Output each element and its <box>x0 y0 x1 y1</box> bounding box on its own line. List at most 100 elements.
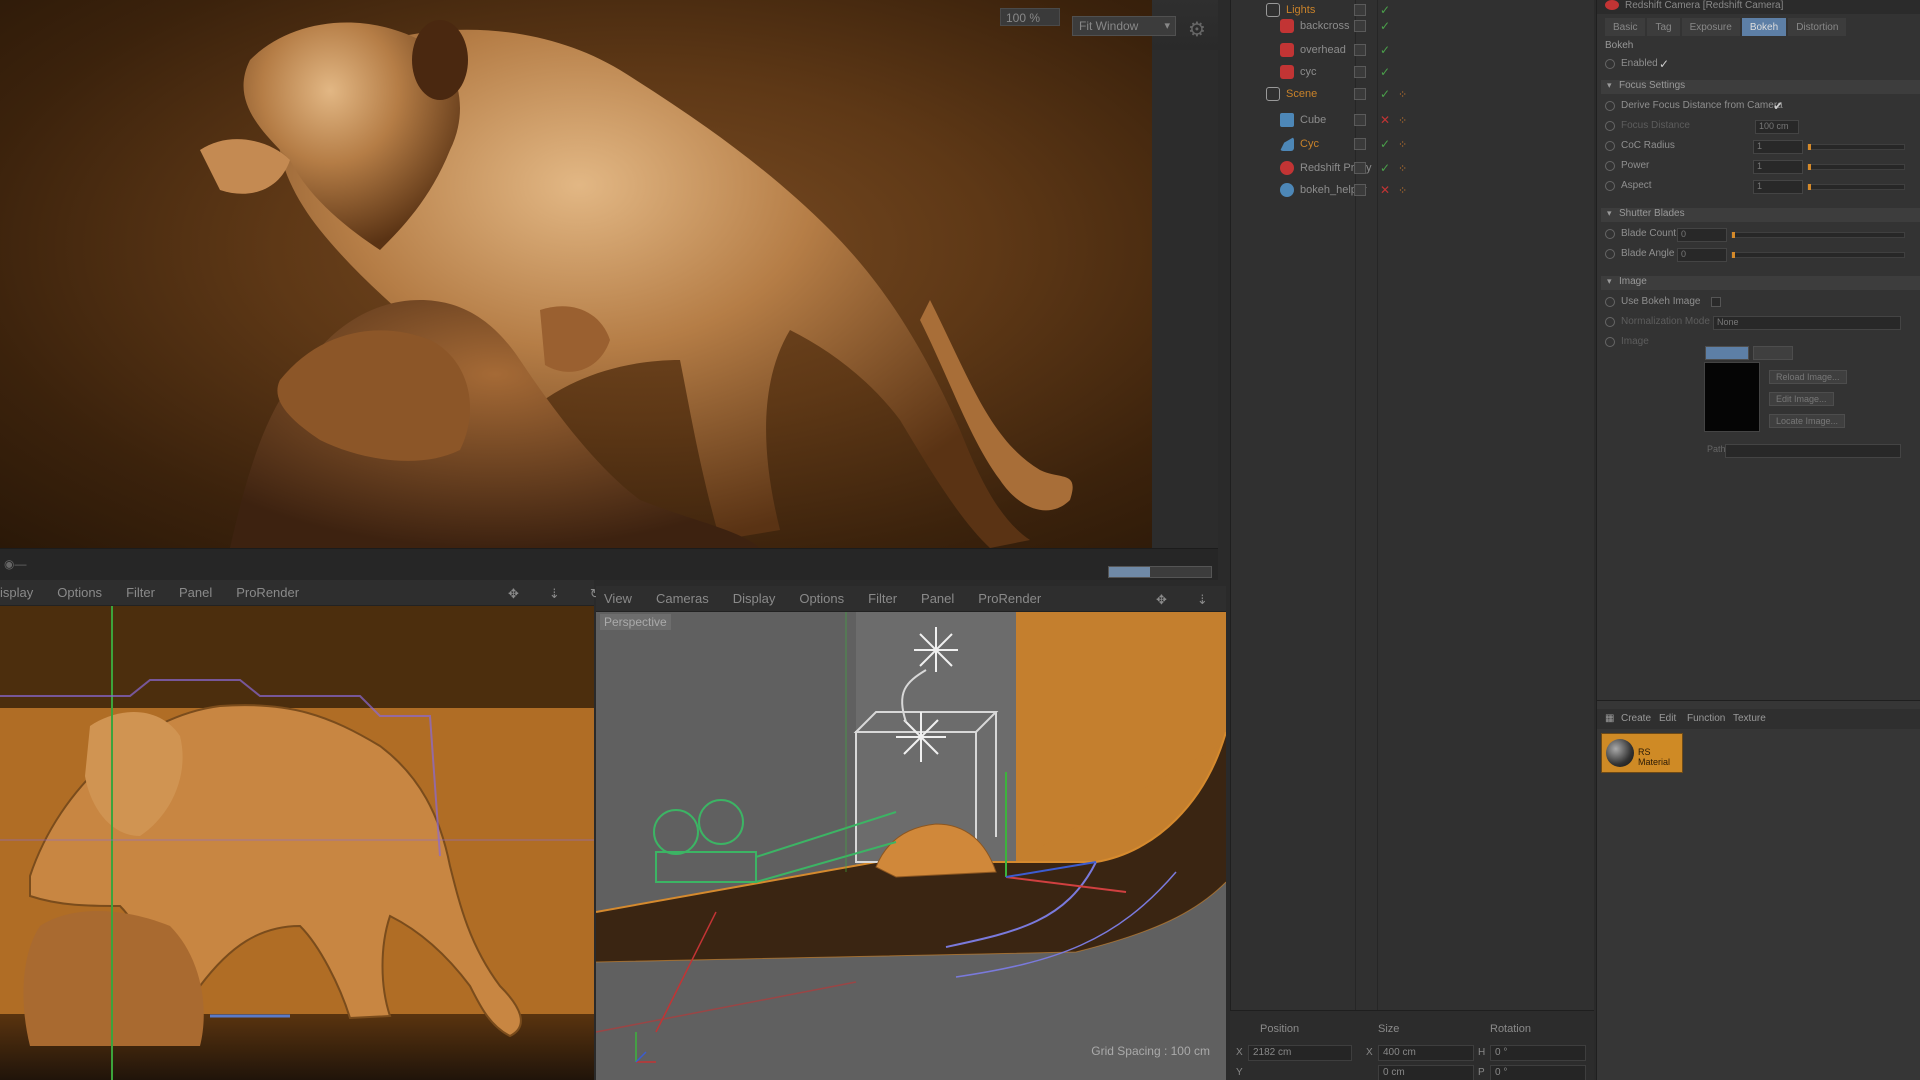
enabled-icon[interactable]: ✓ <box>1380 161 1390 175</box>
left-viewport[interactable] <box>0 606 594 1080</box>
object-row[interactable]: overhead ✓ <box>1230 40 1594 62</box>
menu-texture[interactable]: Texture <box>1733 713 1766 724</box>
animation-radio[interactable] <box>1605 59 1615 69</box>
path-field[interactable] <box>1725 444 1901 458</box>
shutter-blades-group[interactable]: Shutter Blades <box>1601 208 1920 222</box>
reload-image-button[interactable]: Reload Image... <box>1769 370 1847 384</box>
layer-toggle[interactable] <box>1354 44 1366 56</box>
menu-view[interactable]: View <box>604 591 632 606</box>
menu-prorender[interactable]: ProRender <box>978 591 1041 606</box>
object-tag-icon[interactable]: ⁘ <box>1398 162 1407 175</box>
layer-toggle[interactable] <box>1354 4 1366 16</box>
tab-bokeh[interactable]: Bokeh <box>1741 18 1787 36</box>
zoom-icon[interactable]: ⇣ <box>1197 592 1208 608</box>
menu-options[interactable]: Options <box>57 585 102 600</box>
attribute-value-field[interactable]: None <box>1713 316 1901 330</box>
attribute-value-field[interactable]: 0 <box>1677 228 1727 242</box>
animation-radio[interactable] <box>1605 317 1615 327</box>
animation-radio[interactable] <box>1605 121 1615 131</box>
object-row[interactable]: cyc ✓ <box>1230 62 1594 84</box>
edit-image-button[interactable]: Edit Image... <box>1769 392 1834 406</box>
use-bokeh-image-checkbox[interactable] <box>1711 297 1721 307</box>
enabled-icon[interactable]: ✓ <box>1380 65 1390 79</box>
enabled-icon[interactable]: ✓ <box>1380 3 1390 17</box>
tab-distortion[interactable]: Distortion <box>1788 18 1847 36</box>
attribute-slider[interactable] <box>1807 144 1905 150</box>
enabled-icon[interactable]: ✓ <box>1380 87 1390 101</box>
menu-filter[interactable]: Filter <box>126 585 155 600</box>
zoom-icon[interactable]: ⇣ <box>549 586 560 602</box>
attribute-slider[interactable] <box>1731 232 1905 238</box>
tab-basic[interactable]: Basic <box>1605 18 1646 36</box>
object-row[interactable]: Scene ✓ ⁘ <box>1230 84 1594 106</box>
menu-cameras[interactable]: Cameras <box>656 591 709 606</box>
material-slot[interactable]: RS Material <box>1601 733 1683 773</box>
layer-toggle[interactable] <box>1354 114 1366 126</box>
derive-focus-checkbox[interactable]: ✔ <box>1773 99 1785 113</box>
layer-toggle[interactable] <box>1354 138 1366 150</box>
menu-panel[interactable]: Panel <box>921 591 954 606</box>
position-y-field[interactable]: 0 cm <box>1378 1065 1474 1080</box>
timeline-slider-icon[interactable]: ◉— <box>4 557 26 571</box>
image-tab-active[interactable] <box>1705 346 1749 360</box>
menu-prorender[interactable]: ProRender <box>236 585 299 600</box>
zoom-field[interactable]: 100 % <box>1000 8 1060 26</box>
menu-panel[interactable]: Panel <box>179 585 212 600</box>
attribute-value-field[interactable]: 1 <box>1753 180 1803 194</box>
animation-radio[interactable] <box>1605 161 1615 171</box>
size-x-field[interactable]: 400 cm <box>1378 1045 1474 1061</box>
focus-settings-group[interactable]: Focus Settings <box>1601 80 1920 94</box>
object-tag-icon[interactable]: ⁘ <box>1398 114 1407 127</box>
layer-toggle[interactable] <box>1354 66 1366 78</box>
attribute-value-field[interactable]: 1 <box>1753 160 1803 174</box>
object-tag-icon[interactable]: ⁘ <box>1398 88 1407 101</box>
animation-radio[interactable] <box>1605 141 1615 151</box>
object-row[interactable]: Cyc ✓ ⁘ <box>1230 134 1594 156</box>
menu-display[interactable]: isplay <box>0 585 33 600</box>
animation-radio[interactable] <box>1605 101 1615 111</box>
rotation-h-field[interactable]: 0 ° <box>1490 1045 1586 1061</box>
viewport-camera-label[interactable]: Perspective <box>600 614 671 630</box>
move-icon[interactable]: ✥ <box>1156 592 1167 608</box>
locate-image-button[interactable]: Locate Image... <box>1769 414 1846 428</box>
enabled-icon[interactable]: ✓ <box>1380 19 1390 33</box>
object-row[interactable]: Cube ✕ ⁘ <box>1230 110 1594 132</box>
attribute-slider[interactable] <box>1807 164 1905 170</box>
disabled-icon[interactable]: ✕ <box>1380 183 1390 197</box>
object-row[interactable]: bokeh_helper ✕ ⁘ <box>1230 180 1594 202</box>
image-group[interactable]: Image <box>1601 276 1920 290</box>
move-icon[interactable]: ✥ <box>508 586 519 602</box>
layer-toggle[interactable] <box>1354 88 1366 100</box>
menu-filter[interactable]: Filter <box>868 591 897 606</box>
rotation-p-field[interactable]: 0 ° <box>1490 1065 1586 1080</box>
layer-toggle[interactable] <box>1354 162 1366 174</box>
animation-radio[interactable] <box>1605 249 1615 259</box>
attribute-value-field[interactable]: 0 <box>1677 248 1727 262</box>
perspective-viewport[interactable]: Perspective Grid Spacing : 100 cm <box>596 612 1226 1080</box>
attribute-value-field[interactable]: 1 <box>1753 140 1803 154</box>
menu-edit[interactable]: Edit <box>1659 713 1676 724</box>
attribute-slider[interactable] <box>1807 184 1905 190</box>
tab-tag[interactable]: Tag <box>1647 18 1680 36</box>
attribute-slider[interactable] <box>1731 252 1905 258</box>
object-row[interactable]: backcross ✓ <box>1230 16 1594 38</box>
layer-toggle[interactable] <box>1354 184 1366 196</box>
slider-knob[interactable] <box>1808 164 1811 170</box>
slider-knob[interactable] <box>1808 144 1811 150</box>
attribute-value-field[interactable]: 100 cm <box>1755 120 1799 134</box>
image-tab[interactable] <box>1753 346 1793 360</box>
animation-radio[interactable] <box>1605 181 1615 191</box>
object-row[interactable]: Redshift Proxy ✓ ⁘ <box>1230 158 1594 180</box>
position-x-field[interactable]: 2182 cm <box>1248 1045 1352 1061</box>
enabled-checkbox[interactable]: ✓ <box>1659 57 1671 71</box>
layer-toggle[interactable] <box>1354 20 1366 32</box>
disabled-icon[interactable]: ✕ <box>1380 113 1390 127</box>
enabled-icon[interactable]: ✓ <box>1380 137 1390 151</box>
gear-icon[interactable]: ⚙ <box>1188 20 1208 40</box>
tab-exposure[interactable]: Exposure <box>1681 18 1740 36</box>
object-tag-icon[interactable]: ⁘ <box>1398 138 1407 151</box>
menu-options[interactable]: Options <box>799 591 844 606</box>
menu-create[interactable]: Create <box>1621 713 1651 724</box>
enabled-icon[interactable]: ✓ <box>1380 43 1390 57</box>
slider-knob[interactable] <box>1808 184 1811 190</box>
